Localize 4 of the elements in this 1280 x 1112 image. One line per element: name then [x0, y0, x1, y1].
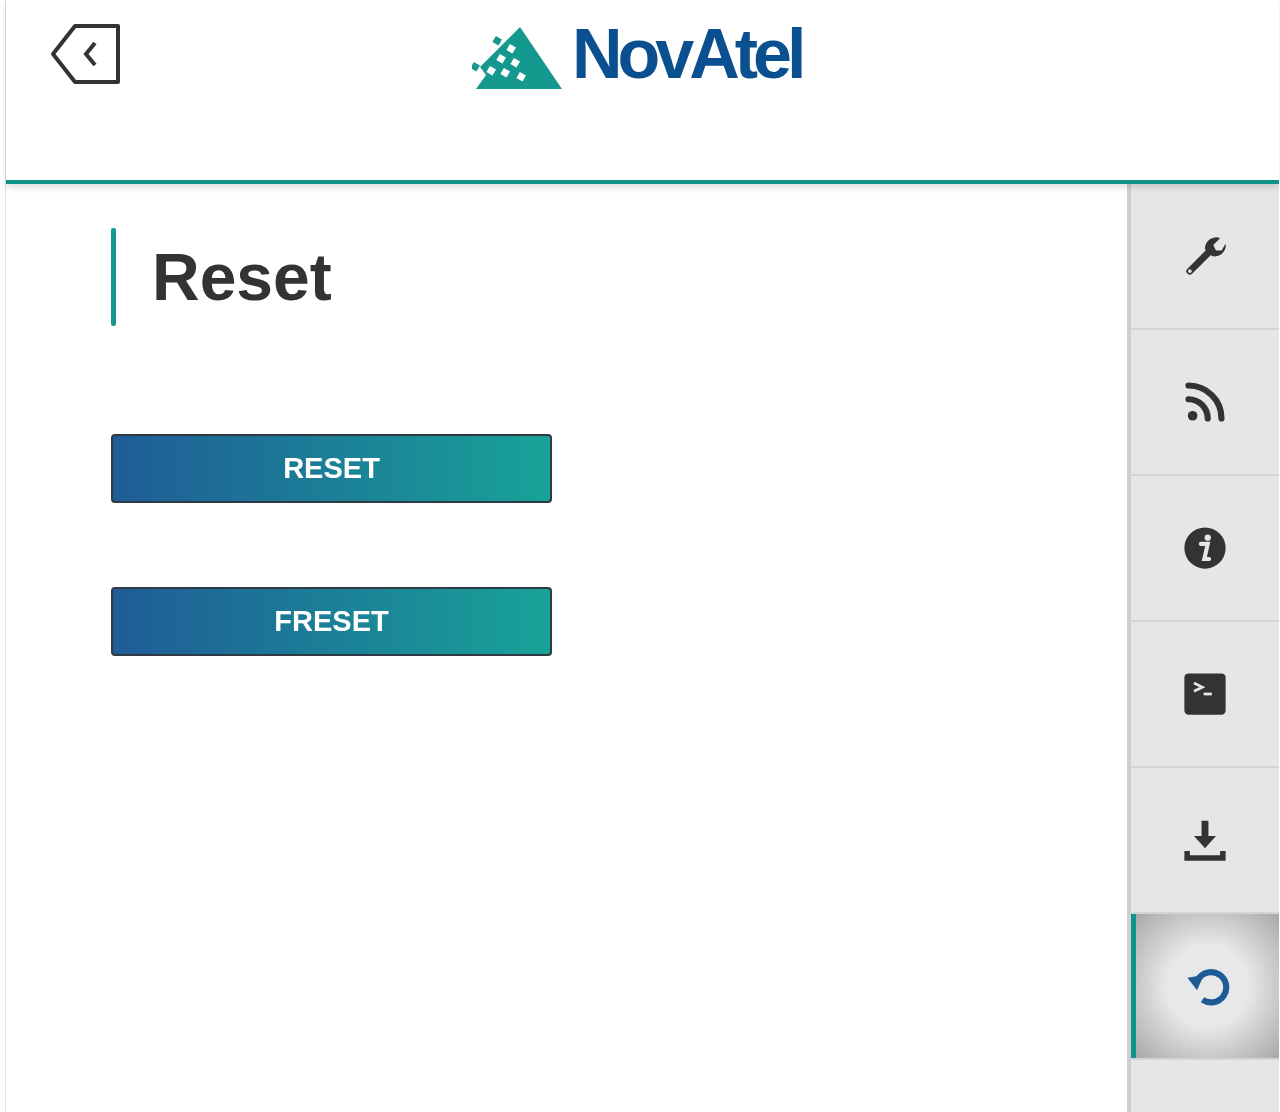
- page-title: Reset: [152, 239, 332, 315]
- logo-text: NovAtel: [572, 23, 802, 89]
- action-button[interactable]: FRESET: [111, 587, 552, 656]
- action-button[interactable]: RESET: [111, 434, 552, 503]
